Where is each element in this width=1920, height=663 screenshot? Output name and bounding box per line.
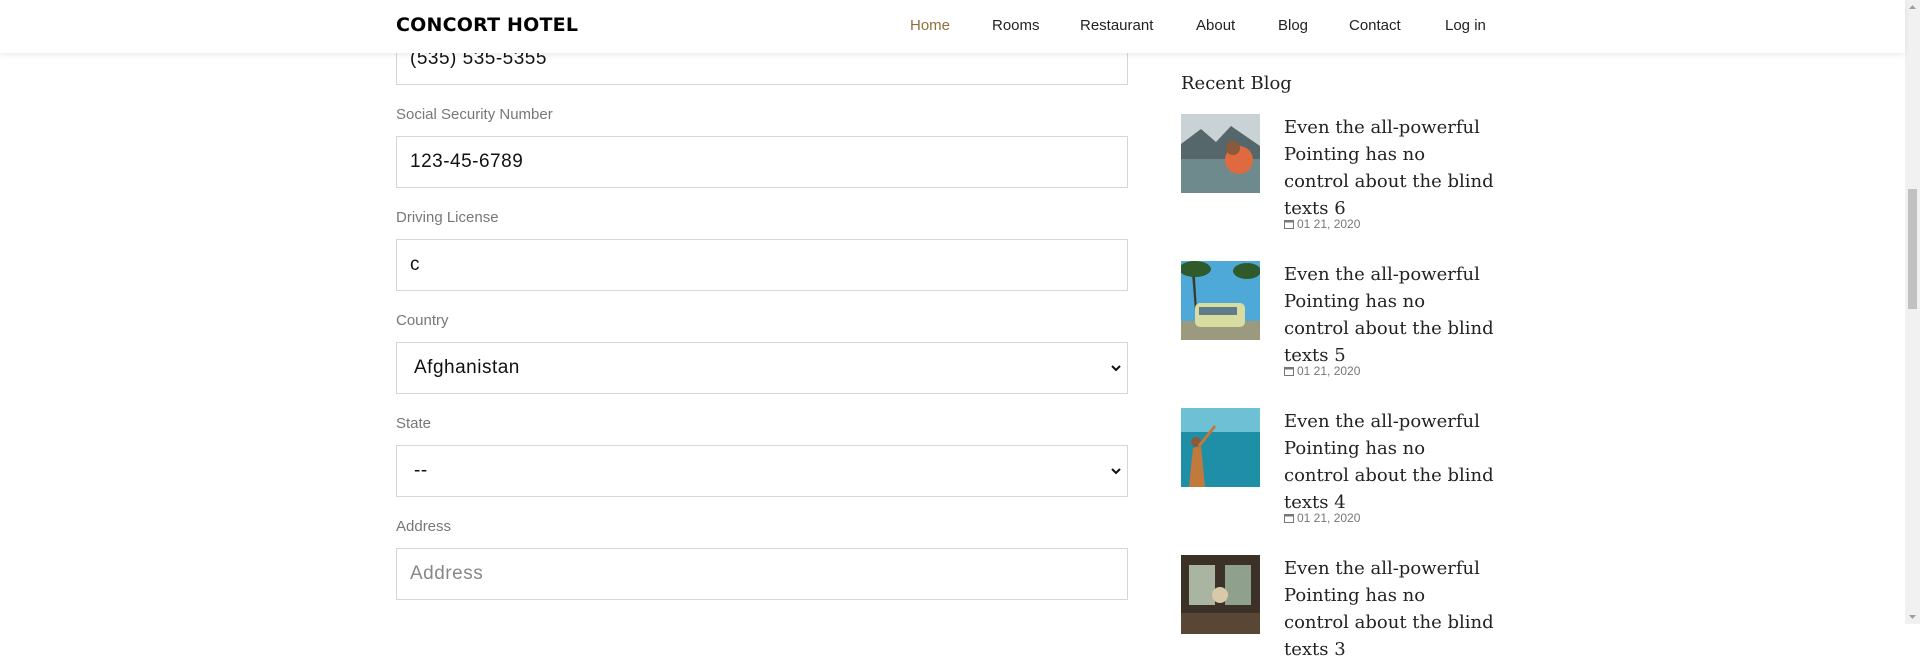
scrollbar-thumb[interactable] — [1908, 189, 1917, 309]
address-field[interactable]: Address — [396, 548, 1128, 600]
scroll-down-icon[interactable] — [1905, 609, 1920, 624]
post-thumbnail[interactable] — [1181, 555, 1260, 634]
lake-hiker-image — [1181, 114, 1260, 193]
main-nav: Home Rooms Restaurant About Blog Contact… — [0, 17, 1905, 37]
calendar-icon — [1284, 367, 1294, 376]
top-navbar: CONCORT HOTEL Home Rooms Restaurant Abou… — [0, 0, 1905, 53]
state-select[interactable]: -- — [396, 445, 1128, 497]
ssn-value: 123-45-6789 — [410, 151, 524, 172]
sea-woman-image — [1181, 408, 1260, 487]
calendar-icon — [1284, 220, 1294, 229]
nav-blog[interactable]: Blog — [1278, 17, 1308, 34]
post-date: 01 21, 2020 — [1284, 511, 1360, 525]
post-title[interactable]: Even the all-powerful Pointing has no co… — [1284, 555, 1494, 663]
van-palms-image — [1181, 261, 1260, 340]
post-thumbnail[interactable] — [1181, 408, 1260, 487]
ssn-label: Social Security Number — [396, 106, 553, 123]
nav-login[interactable]: Log in — [1445, 17, 1486, 34]
chevron-down-icon — [1111, 468, 1121, 475]
post-date-text: 01 21, 2020 — [1297, 511, 1361, 525]
post-date-text: 01 21, 2020 — [1297, 364, 1361, 378]
license-label: Driving License — [396, 209, 499, 226]
country-label: Country — [396, 312, 449, 329]
post-title[interactable]: Even the all-powerful Pointing has no co… — [1284, 261, 1494, 369]
post-thumbnail[interactable] — [1181, 261, 1260, 340]
nav-restaurant[interactable]: Restaurant — [1080, 17, 1153, 34]
chevron-down-icon — [1111, 365, 1121, 372]
recent-blog-title: Recent Blog — [1181, 73, 1292, 94]
calendar-icon — [1284, 514, 1294, 523]
license-value: c — [410, 254, 420, 275]
state-value: -- — [414, 460, 428, 481]
post-title[interactable]: Even the all-powerful Pointing has no co… — [1284, 408, 1494, 516]
post-date-text: 01 21, 2020 — [1297, 217, 1361, 231]
country-value: Afghanistan — [414, 357, 520, 378]
nav-contact[interactable]: Contact — [1349, 17, 1401, 34]
nav-about[interactable]: About — [1196, 17, 1235, 34]
scroll-up-icon[interactable] — [1905, 0, 1920, 15]
nav-rooms[interactable]: Rooms — [992, 17, 1040, 34]
state-label: State — [396, 415, 432, 432]
country-select[interactable]: Afghanistan — [396, 342, 1128, 394]
room-interior-image — [1181, 555, 1260, 634]
page-scrollbar[interactable] — [1905, 0, 1920, 624]
post-title[interactable]: Even the all-powerful Pointing has no co… — [1284, 114, 1494, 222]
address-placeholder: Address — [410, 563, 484, 584]
post-thumbnail[interactable] — [1181, 114, 1260, 193]
nav-home[interactable]: Home — [910, 17, 950, 34]
address-label: Address — [396, 518, 452, 535]
license-field[interactable]: c — [396, 239, 1128, 291]
post-date: 01 21, 2020 — [1284, 364, 1360, 378]
post-date: 01 21, 2020 — [1284, 217, 1360, 231]
ssn-field[interactable]: 123-45-6789 — [396, 136, 1128, 188]
